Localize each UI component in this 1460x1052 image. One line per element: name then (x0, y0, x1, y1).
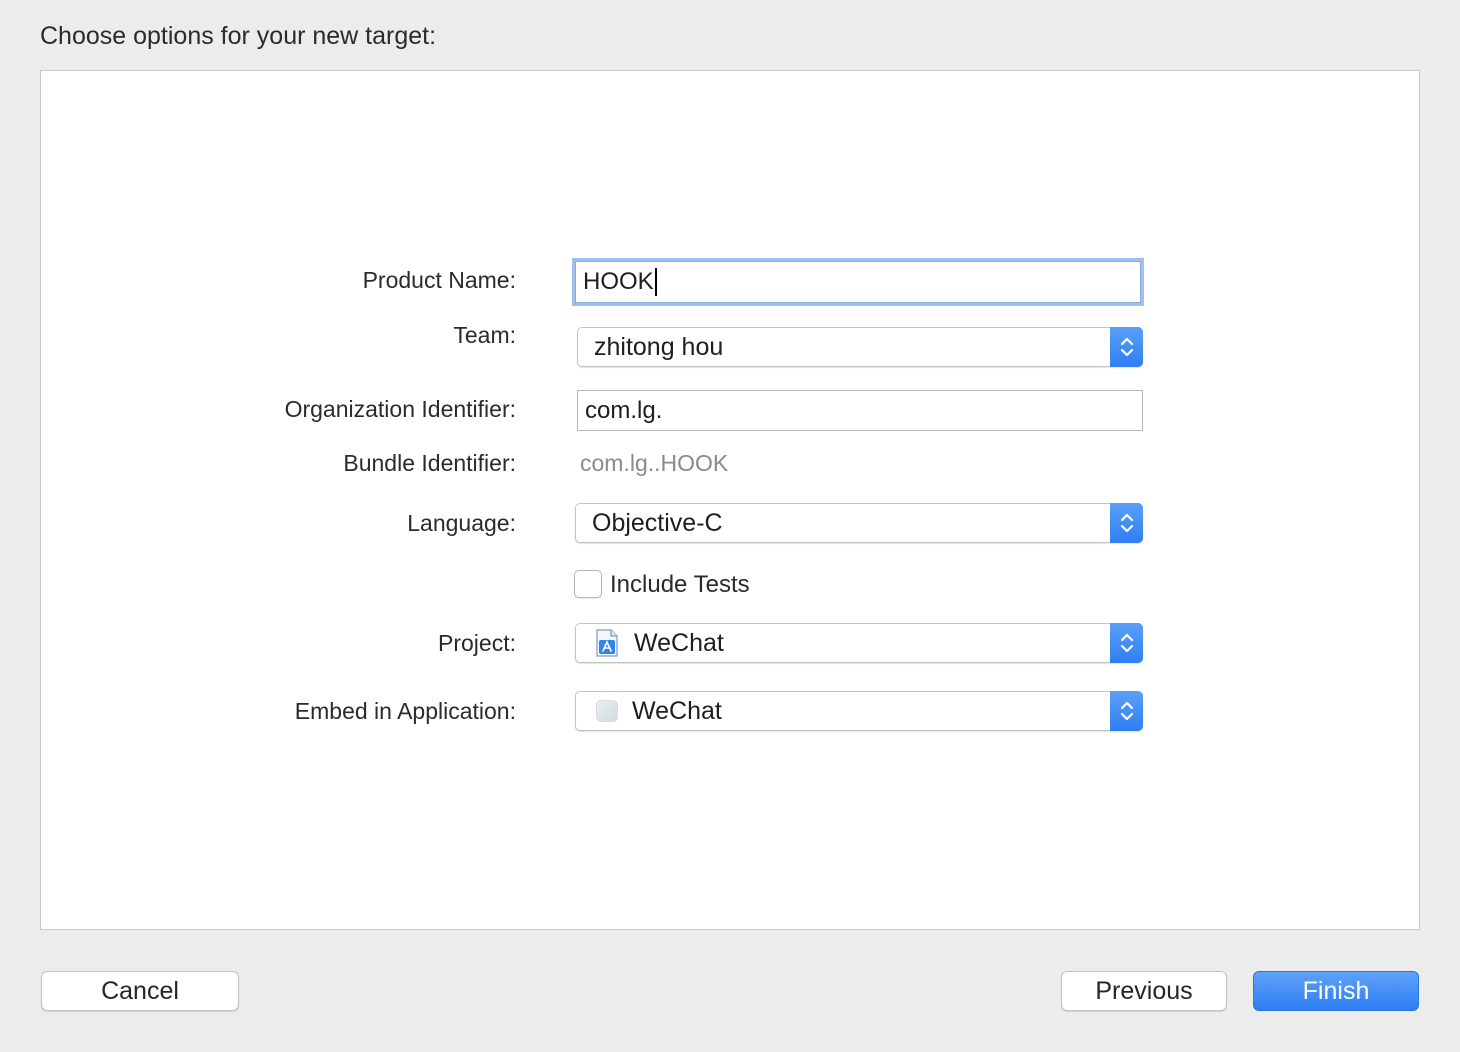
embed-in-application-value: WeChat (632, 696, 722, 725)
product-name-field[interactable]: HOOK (575, 261, 1141, 303)
team-popup[interactable]: zhitong hou (577, 327, 1143, 367)
team-label: Team: (453, 322, 516, 348)
include-tests-label: Include Tests (610, 571, 750, 598)
project-popup[interactable]: WeChat (575, 623, 1143, 663)
project-label: Project: (438, 630, 516, 656)
bundle-identifier-value: com.lg..HOOK (580, 450, 729, 476)
up-down-chevron-icon (1110, 623, 1143, 663)
language-label: Language: (407, 510, 516, 536)
bundle-identifier-label: Bundle Identifier: (343, 450, 516, 476)
language-popup[interactable]: Objective-C (575, 503, 1143, 543)
organization-identifier-field[interactable]: com.lg. (577, 390, 1143, 431)
text-caret (654, 268, 657, 296)
up-down-chevron-icon (1110, 691, 1143, 731)
team-value: zhitong hou (594, 332, 724, 361)
organization-identifier-label: Organization Identifier: (284, 396, 516, 422)
product-name-value: HOOK (583, 268, 654, 295)
app-icon (596, 700, 618, 722)
previous-button[interactable]: Previous (1061, 971, 1227, 1011)
organization-identifier-value: com.lg. (585, 396, 663, 424)
product-name-label: Product Name: (362, 267, 516, 293)
dialog-title: Choose options for your new target: (40, 22, 437, 50)
language-value: Objective-C (592, 508, 723, 537)
up-down-chevron-icon (1110, 503, 1143, 543)
options-panel: Product Name: HOOK Team: zhitong hou Org… (40, 70, 1420, 930)
cancel-button[interactable]: Cancel (41, 971, 239, 1011)
include-tests-checkbox[interactable] (574, 570, 602, 598)
project-value: WeChat (634, 628, 724, 657)
up-down-chevron-icon (1110, 327, 1143, 367)
finish-button[interactable]: Finish (1253, 971, 1419, 1011)
embed-in-application-popup[interactable]: WeChat (575, 691, 1143, 731)
xcode-project-icon (596, 629, 618, 657)
embed-in-application-label: Embed in Application: (294, 698, 516, 724)
